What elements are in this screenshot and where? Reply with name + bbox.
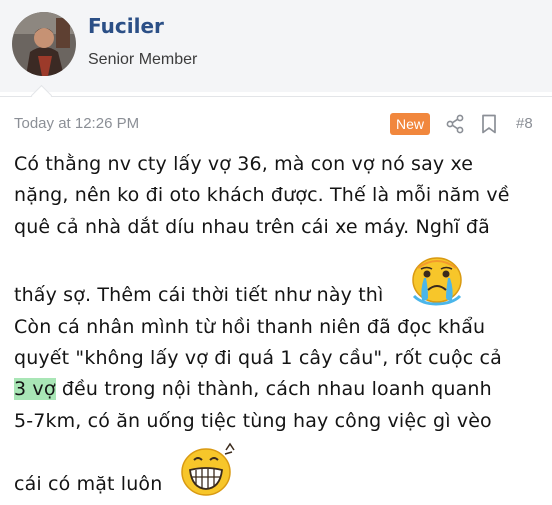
grin-emoji <box>181 442 235 496</box>
post-header: Fuciler Senior Member <box>0 0 552 92</box>
post-line-highlighted: 3 vợ đều trong nội thành, cách nhau loan… <box>14 378 492 400</box>
new-badge: New <box>390 113 430 135</box>
post-timestamp[interactable]: Today at 12:26 PM <box>14 115 139 132</box>
post-line: Còn cá nhân mình từ hồi thanh niên đã đọ… <box>14 316 486 338</box>
user-title: Senior Member <box>88 51 198 68</box>
post-line: nặng, nên ko đi oto khách được. Thế là m… <box>14 184 510 206</box>
highlighted-text: 3 vợ <box>14 378 56 400</box>
post-line: quê cả nhà dắt díu nhau trên cái xe máy.… <box>14 216 490 238</box>
post-line: Có thằng nv cty lấy vợ 36, mà con vợ nó … <box>14 153 474 175</box>
post-line: cái có mặt luôn <box>14 473 163 495</box>
post-line: quyết "không lấy vợ đi quá 1 cây cầu", r… <box>14 347 502 369</box>
post-line-rest: đều trong nội thành, cách nhau loanh qua… <box>61 378 492 400</box>
crying-sweat-emoji <box>412 257 462 306</box>
username[interactable]: Fuciler <box>88 14 164 38</box>
post-line: 5-7km, có ăn uống tiệc tùng hay công việ… <box>14 410 492 432</box>
bookmark-icon[interactable] <box>480 114 498 134</box>
post-number[interactable]: #8 <box>516 115 533 132</box>
avatar[interactable] <box>12 12 76 76</box>
share-icon[interactable] <box>445 114 465 134</box>
post-line: thấy sợ. Thêm cái thời tiết như này thì <box>14 284 384 306</box>
header-divider <box>0 96 552 97</box>
